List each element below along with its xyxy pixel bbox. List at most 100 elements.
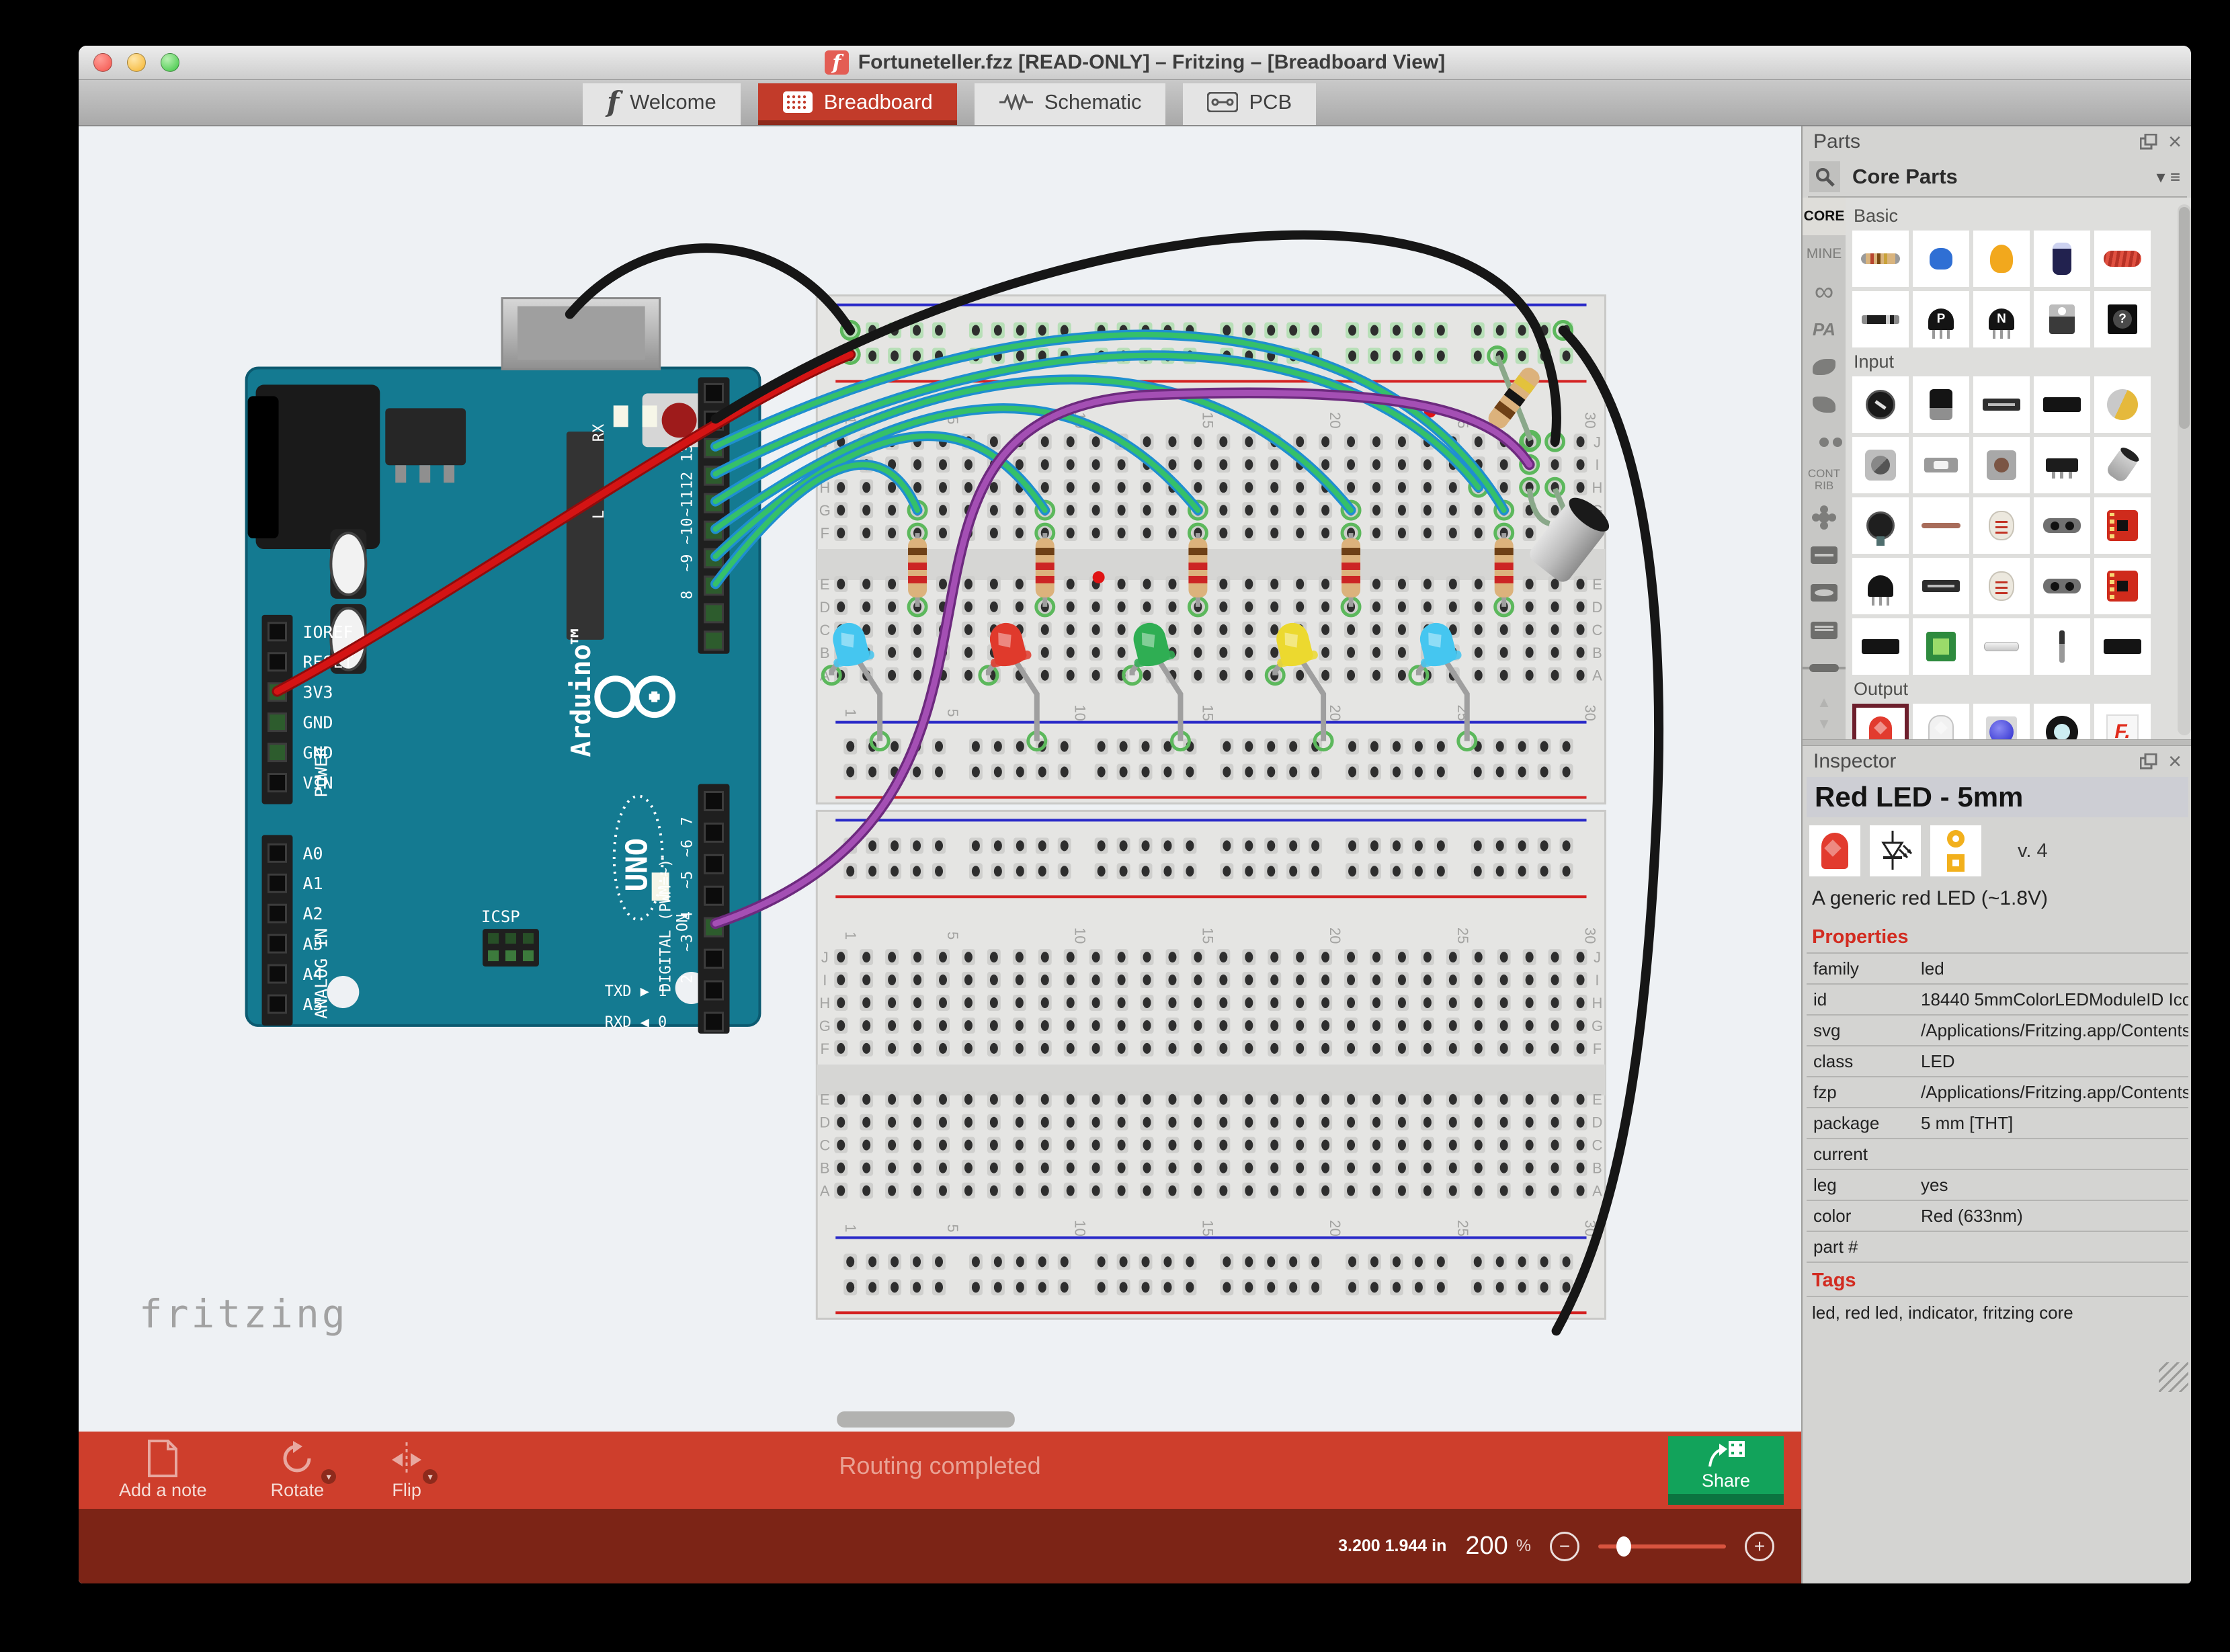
resistor-220[interactable]	[908, 533, 927, 607]
close-button[interactable]	[93, 53, 112, 72]
part-rotary-encoder[interactable]	[1913, 376, 1969, 433]
bin-tab-contrib[interactable]: CONTRIB	[1803, 461, 1846, 499]
part-electrolytic-capacitor[interactable]	[2034, 231, 2090, 287]
section-label: Output	[1854, 679, 2190, 700]
tab-pcb[interactable]: PCB	[1183, 83, 1316, 125]
breadboard-bottom[interactable]: JJIIHHGGFFEEDDCCBBAA11551010151520202525…	[817, 811, 1605, 1319]
part-trimmer-potentiometer[interactable]	[1852, 376, 1909, 433]
bin-tab-snootlab-icon[interactable]	[1803, 499, 1846, 536]
part-npn-transistor[interactable]: N	[1973, 291, 2030, 347]
resistor-220[interactable]	[1341, 533, 1360, 607]
tab-schematic[interactable]: Schematic	[975, 83, 1166, 125]
minimize-button[interactable]	[127, 53, 146, 72]
close-panel-icon[interactable]: ×	[2168, 749, 2182, 775]
bin-tab-chip-wave-icon[interactable]	[1803, 536, 1846, 574]
part-color-sensor-board[interactable]	[1913, 618, 1969, 675]
part-pnp-transistor[interactable]: P	[1913, 291, 1969, 347]
share-button[interactable]: Share	[1668, 1436, 1784, 1505]
zoom-slider[interactable]	[1598, 1534, 1726, 1559]
svg-text:10: 10	[1072, 927, 1089, 944]
resistor-220[interactable]	[1188, 533, 1207, 607]
part-diode[interactable]	[1852, 291, 1909, 347]
part-dip-ic[interactable]	[2034, 376, 2090, 433]
bin-tab-sparkfun-icon[interactable]	[1803, 386, 1846, 423]
electret-microphone-icon	[2105, 446, 2141, 484]
breadboard-canvas[interactable]: IOREFRESET3V3GNDGNDVINA0A1A2A3A4A5POWERA…	[79, 126, 1801, 1432]
resistor-220[interactable]	[1495, 533, 1514, 607]
bin-tab-moth-icon[interactable]	[1803, 348, 1846, 386]
part-rgb-led[interactable]	[1973, 704, 2030, 739]
schematic-view-icon[interactable]	[1870, 825, 1921, 876]
tab-welcome[interactable]: f Welcome	[583, 83, 741, 125]
search-parts-button[interactable]	[1809, 161, 1840, 192]
breadboard-top[interactable]: JJIIHHGGFFEEDDCCBBAA11551010151520202525…	[817, 296, 1605, 804]
part-force-sensor[interactable]	[1852, 497, 1909, 554]
bin-tab-parallax[interactable]: PA	[1803, 311, 1846, 348]
zoom-in-button[interactable]: +	[1745, 1532, 1774, 1561]
bin-tab-mine[interactable]: MINE	[1803, 235, 1846, 273]
part-inductor[interactable]	[2094, 231, 2151, 287]
property-value: yes	[1921, 1175, 2188, 1196]
part-test-probe[interactable]	[2034, 618, 2090, 675]
pcb-view-icon[interactable]	[1930, 825, 1981, 876]
bin-tab-chip-pulse-icon[interactable]	[1803, 612, 1846, 649]
part-white-led[interactable]	[1913, 704, 1969, 739]
canvas-hscrollbar[interactable]	[837, 1411, 1015, 1428]
part-piezo-disc[interactable]	[2094, 376, 2151, 433]
part-power-mosfet[interactable]	[2034, 291, 2090, 347]
zoom-slider-knob[interactable]	[1616, 1536, 1631, 1557]
bin-title: Core Parts	[1852, 165, 2145, 189]
part-accelerometer-breakout[interactable]	[2094, 497, 2151, 554]
zoom-out-button[interactable]: −	[1550, 1532, 1579, 1561]
parts-scrollbar[interactable]	[2178, 204, 2191, 735]
part-ir-distance-sensor[interactable]	[2034, 497, 2090, 554]
properties-header: Properties	[1803, 919, 2191, 952]
part-seven-segment[interactable]: F.	[2094, 704, 2151, 739]
part-tantalum-capacitor[interactable]	[1973, 231, 2030, 287]
bin-tab-resistor-icon[interactable]	[1803, 649, 1846, 687]
part-resistor[interactable]	[1852, 231, 1909, 287]
part-led-ring[interactable]	[2034, 704, 2090, 739]
part-reed-switch[interactable]	[1973, 618, 2030, 675]
part-rfid-reader[interactable]	[2094, 618, 2151, 675]
resistor-220[interactable]	[1036, 533, 1055, 607]
resize-grip[interactable]	[2159, 1362, 2188, 1392]
part-softpot[interactable]	[1913, 558, 1969, 614]
tab-breadboard[interactable]: Breadboard	[758, 83, 957, 125]
atmega-chip	[567, 431, 604, 640]
part-light-sensor[interactable]	[1973, 558, 2030, 614]
bin-tab-chip-mcu-icon[interactable]	[1803, 574, 1846, 612]
part-sparkfun-breakout[interactable]	[2094, 558, 2151, 614]
part-temperature-sensor[interactable]	[1852, 558, 1909, 614]
zoom-button[interactable]	[161, 53, 179, 72]
part-slide-switch[interactable]	[2034, 437, 2090, 493]
svg-text:C: C	[819, 622, 830, 638]
part-micro-switch[interactable]	[1913, 437, 1969, 493]
part-push-button[interactable]	[1973, 437, 2030, 493]
part-mystery-part[interactable]: ?	[2094, 291, 2151, 347]
panel-splitter[interactable]	[1803, 739, 2191, 746]
float-panel-icon[interactable]	[2140, 753, 2157, 770]
svg-text:D: D	[819, 1114, 830, 1131]
svg-text:C: C	[1592, 622, 1603, 638]
svg-text:RXD ◀ 0: RXD ◀ 0	[605, 1014, 667, 1031]
bin-tab-core[interactable]: CORE	[1803, 198, 1846, 235]
part-line-sensor[interactable]	[2034, 558, 2090, 614]
part-rotary-potentiometer[interactable]	[1852, 437, 1909, 493]
close-panel-icon[interactable]: ×	[2168, 129, 2182, 155]
ceramic-capacitor-icon	[1930, 248, 1952, 270]
part-ir-receiver[interactable]	[1852, 618, 1909, 675]
bin-tab-adafruit-icon[interactable]	[1803, 423, 1846, 461]
bin-scroll-arrows[interactable]: ▲▼	[1817, 687, 1831, 739]
part-red-led[interactable]	[1852, 704, 1909, 739]
float-panel-icon[interactable]	[2140, 134, 2157, 150]
tantalum-capacitor-icon	[1990, 245, 2013, 273]
part-flex-sensor[interactable]	[1913, 497, 1969, 554]
breadboard-view-icon[interactable]	[1809, 825, 1860, 876]
part-photocell[interactable]	[1973, 497, 2030, 554]
bin-menu-button[interactable]: ▾ ≡	[2157, 167, 2186, 188]
part-slide-potentiometer[interactable]	[1973, 376, 2030, 433]
bin-tab-arduino[interactable]: ∞	[1803, 273, 1846, 311]
part-electret-microphone[interactable]	[2094, 437, 2151, 493]
part-ceramic-capacitor[interactable]	[1913, 231, 1969, 287]
